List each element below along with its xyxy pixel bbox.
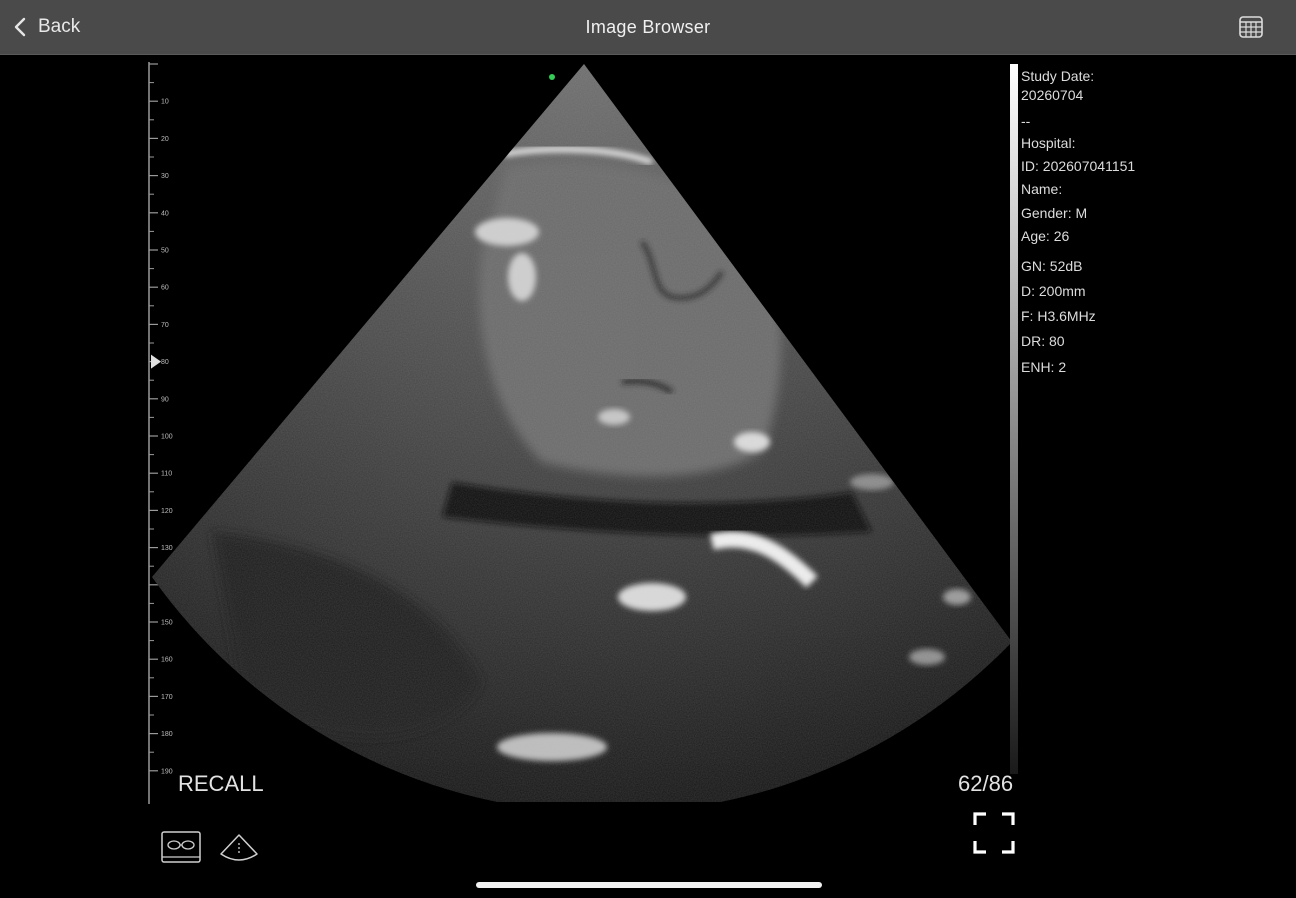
- enhancement-value: ENH: 2: [1021, 359, 1067, 375]
- depth-value: D: 200mm: [1021, 283, 1086, 299]
- patient-age: Age: 26: [1021, 228, 1070, 244]
- info-separator: --: [1021, 113, 1031, 129]
- fullscreen-icon[interactable]: [972, 811, 1016, 855]
- header-bar: Back Image Browser: [0, 0, 1296, 55]
- grid-icon[interactable]: [1238, 14, 1264, 40]
- dynamic-range-value: DR: 80: [1021, 333, 1065, 349]
- patient-name: Name:: [1021, 181, 1063, 197]
- hospital-field: Hospital:: [1021, 135, 1076, 151]
- recall-button[interactable]: RECALL: [178, 771, 264, 797]
- gray-scale-bar: [1010, 64, 1018, 774]
- page-title: Image Browser: [585, 17, 711, 37]
- sector-icon[interactable]: [218, 832, 260, 866]
- frame-counter: 62/86: [958, 771, 1014, 796]
- probe-icon[interactable]: [160, 830, 202, 866]
- patient-id: ID: 202607041151: [1021, 158, 1136, 174]
- probe-orientation-marker: [549, 74, 555, 80]
- gain-value: GN: 52dB: [1021, 258, 1083, 274]
- frequency-value: F: H3.6MHz: [1021, 308, 1096, 324]
- study-date-label: Study Date:: [1021, 68, 1095, 84]
- patient-gender: Gender: M: [1021, 205, 1088, 221]
- home-indicator[interactable]: [476, 882, 822, 888]
- study-date-value: 20260704: [1021, 87, 1084, 103]
- ultrasound-image: [152, 64, 1012, 802]
